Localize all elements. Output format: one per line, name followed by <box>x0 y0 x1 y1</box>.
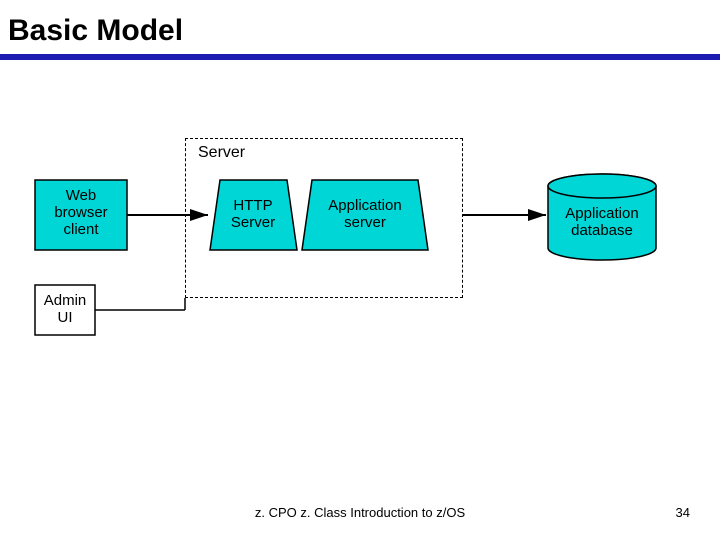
http-server-label: HTTPServer <box>231 197 275 231</box>
page-number: 34 <box>676 505 690 520</box>
app-db-label: Applicationdatabase <box>565 205 638 239</box>
diagram-svg: Webbrowserclient AdminUI HTTPServer Appl… <box>0 0 720 540</box>
footer-text: z. CPO z. Class Introduction to z/OS <box>0 505 720 520</box>
